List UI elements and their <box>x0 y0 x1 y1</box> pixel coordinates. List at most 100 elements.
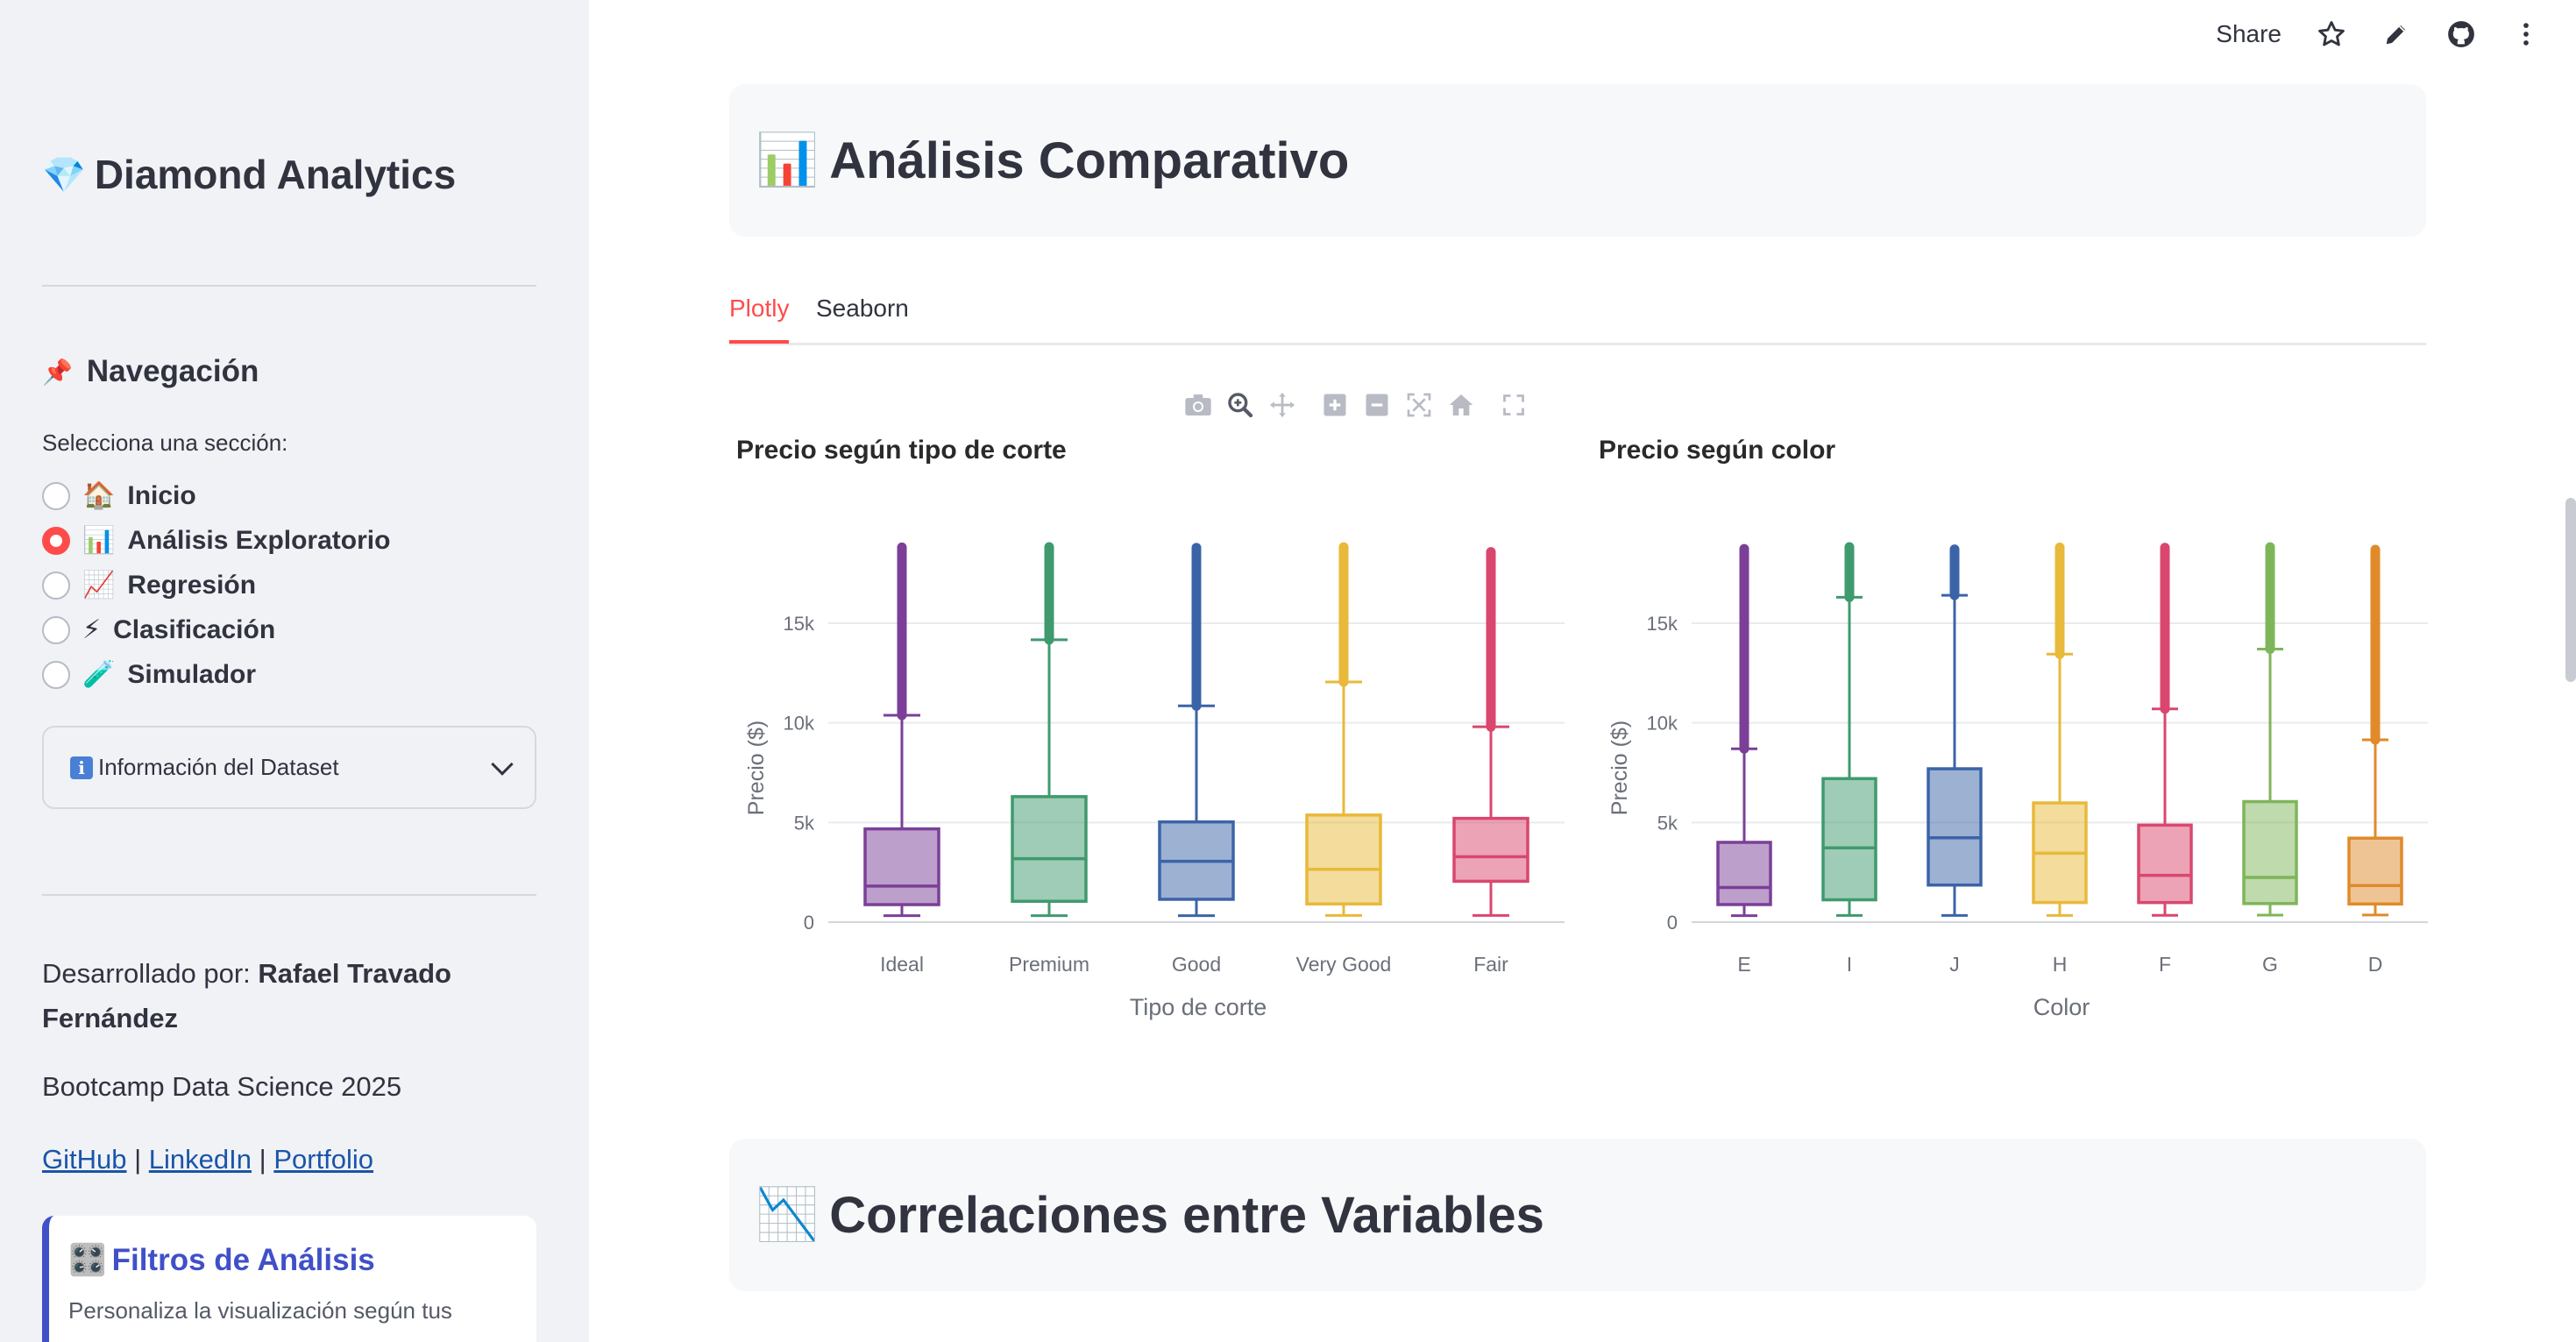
zoom-in-icon[interactable] <box>1320 390 1350 420</box>
x-tick-label: F <box>2159 953 2171 976</box>
more-vertical-icon[interactable] <box>2511 19 2541 49</box>
radio-button[interactable] <box>42 571 70 600</box>
dataset-info-expander[interactable]: i Información del Dataset <box>42 726 536 809</box>
bootcamp-text: Bootcamp Data Science 2025 <box>42 1071 402 1102</box>
radio-item-label: Clasificación <box>113 614 276 644</box>
control-knobs-icon: 🎛️ <box>68 1243 107 1277</box>
camera-icon[interactable] <box>1183 390 1213 420</box>
linkedin-link[interactable]: LinkedIn <box>149 1144 252 1175</box>
lightning-icon: ⚡ <box>82 615 102 644</box>
y-tick-label: 5k <box>1657 812 1678 834</box>
tab-seaborn[interactable]: Seaborn <box>816 295 909 323</box>
section-header-comparativo: 📊 Análisis Comparativo <box>729 84 2426 237</box>
x-axis-title: Color <box>2033 994 2090 1020</box>
tab-plotly[interactable]: Plotly <box>729 295 789 323</box>
chevron-down-icon[interactable] <box>491 752 514 776</box>
y-axis-title: Precio ($) <box>1607 721 1632 815</box>
x-tick-label: H <box>2053 953 2068 976</box>
page-scrollbar[interactable] <box>2565 498 2576 682</box>
x-axis-title: Tipo de corte <box>1130 994 1267 1020</box>
star-icon[interactable] <box>2317 19 2346 49</box>
autoscale-icon[interactable] <box>1404 390 1434 420</box>
portfolio-link[interactable]: Portfolio <box>273 1144 373 1175</box>
zoom-out-icon[interactable] <box>1362 390 1392 420</box>
y-tick-label: 15k <box>1647 613 1678 635</box>
edit-pencil-icon[interactable] <box>2381 19 2411 49</box>
radio-button[interactable] <box>42 615 70 644</box>
boxplot-price-by-color: 0 5k 10k 15k E I J H F G D Color Precio ($) <box>1607 542 2428 1020</box>
github-icon[interactable] <box>2446 19 2476 49</box>
radio-item-analisis-exploratorio[interactable]: 📊 Análisis Exploratorio <box>42 518 390 563</box>
box-d <box>2347 544 2403 917</box>
sidebar-divider <box>42 285 536 287</box>
iqr-box <box>2242 799 2298 905</box>
iqr-box <box>1927 767 1983 887</box>
home-reset-icon[interactable] <box>1446 390 1476 420</box>
iqr-box <box>863 827 940 906</box>
y-tick-label: 10k <box>784 713 815 735</box>
expander-label: i Información del Dataset <box>70 754 339 781</box>
radio-button[interactable] <box>42 660 70 689</box>
section-title-text: Correlaciones entre Variables <box>829 1186 1544 1244</box>
chart-title-color: Precio según color <box>1599 436 1836 465</box>
iqr-box <box>2137 823 2193 905</box>
iqr-box <box>1452 816 1529 884</box>
fullscreen-icon[interactable] <box>1499 390 1529 420</box>
section-title-text: Análisis Comparativo <box>829 131 1350 189</box>
filter-card-title: 🎛️ Filtros de Análisis <box>68 1242 517 1278</box>
radio-item-label: Simulador <box>127 659 257 689</box>
github-link[interactable]: GitHub <box>42 1144 126 1175</box>
y-tick-label: 0 <box>1667 912 1678 934</box>
x-tick-label: J <box>1949 953 1960 976</box>
zoom-icon[interactable] <box>1225 390 1255 420</box>
x-tick-label: Good <box>1172 953 1221 976</box>
radio-button-selected[interactable] <box>42 526 70 555</box>
section-title: 📉 Correlaciones entre Variables <box>756 1185 1544 1245</box>
box-ideal <box>863 542 940 918</box>
box-g <box>2242 542 2298 917</box>
radio-item-clasificacion[interactable]: ⚡ Clasificación <box>42 607 390 652</box>
bar-chart-icon: 📊 <box>82 526 116 555</box>
y-tick-label: 5k <box>794 812 815 834</box>
active-tab-indicator <box>729 340 789 344</box>
x-tick-label: G <box>2262 953 2278 976</box>
test-tube-icon: 🧪 <box>82 660 116 689</box>
radio-button[interactable] <box>42 481 70 510</box>
radio-item-regresion[interactable]: 📈 Regresión <box>42 563 390 607</box>
box-h <box>2032 542 2088 917</box>
x-tick-label: Fair <box>1473 953 1508 976</box>
iqr-box <box>1716 841 1772 906</box>
link-separator: | <box>134 1144 142 1175</box>
radio-item-label: Regresión <box>127 570 257 600</box>
box-f <box>2137 543 2193 917</box>
box-good <box>1158 543 1235 918</box>
iqr-box <box>1821 777 1877 902</box>
radio-group-label: Selecciona una sección: <box>42 430 288 456</box>
y-axis-title: Precio ($) <box>744 721 769 815</box>
radio-item-label: Inicio <box>127 480 196 510</box>
box-e <box>1716 543 1772 918</box>
boxplot-price-by-cut: 0 5k 10k 15k Ideal Premium Good Very Good Fair Ti… <box>744 542 1565 1020</box>
expander-label-text: Información del Dataset <box>98 754 339 780</box>
iqr-box <box>1011 795 1088 903</box>
x-tick-label: Ideal <box>880 953 924 976</box>
chart-library-tabs: Plotly Seaborn <box>729 289 2426 345</box>
section-radio-group: 🏠 Inicio 📊 Análisis Exploratorio 📈 Regre… <box>42 473 390 697</box>
filter-card-title-text: Filtros de Análisis <box>111 1242 375 1277</box>
y-tick-label: 0 <box>804 912 814 934</box>
share-button[interactable]: Share <box>2216 20 2281 48</box>
box-fair <box>1452 547 1529 917</box>
section-header-correlaciones: 📉 Correlaciones entre Variables <box>729 1139 2426 1291</box>
box-very-good <box>1305 542 1382 917</box>
radio-item-simulador[interactable]: 🧪 Simulador <box>42 652 390 697</box>
x-tick-label: E <box>1737 953 1750 976</box>
box-i <box>1821 542 1877 917</box>
trend-chart-icon: 📈 <box>82 571 116 600</box>
sidebar: 💎 Diamond Analytics 📌 Navegación Selecci… <box>0 0 589 1342</box>
home-icon: 🏠 <box>82 481 116 510</box>
nav-title-text: Navegación <box>86 354 259 388</box>
pan-icon[interactable] <box>1267 390 1297 420</box>
radio-item-inicio[interactable]: 🏠 Inicio <box>42 473 390 518</box>
chart-title-corte: Precio según tipo de corte <box>736 436 1067 465</box>
y-tick-label: 10k <box>1647 713 1678 735</box>
